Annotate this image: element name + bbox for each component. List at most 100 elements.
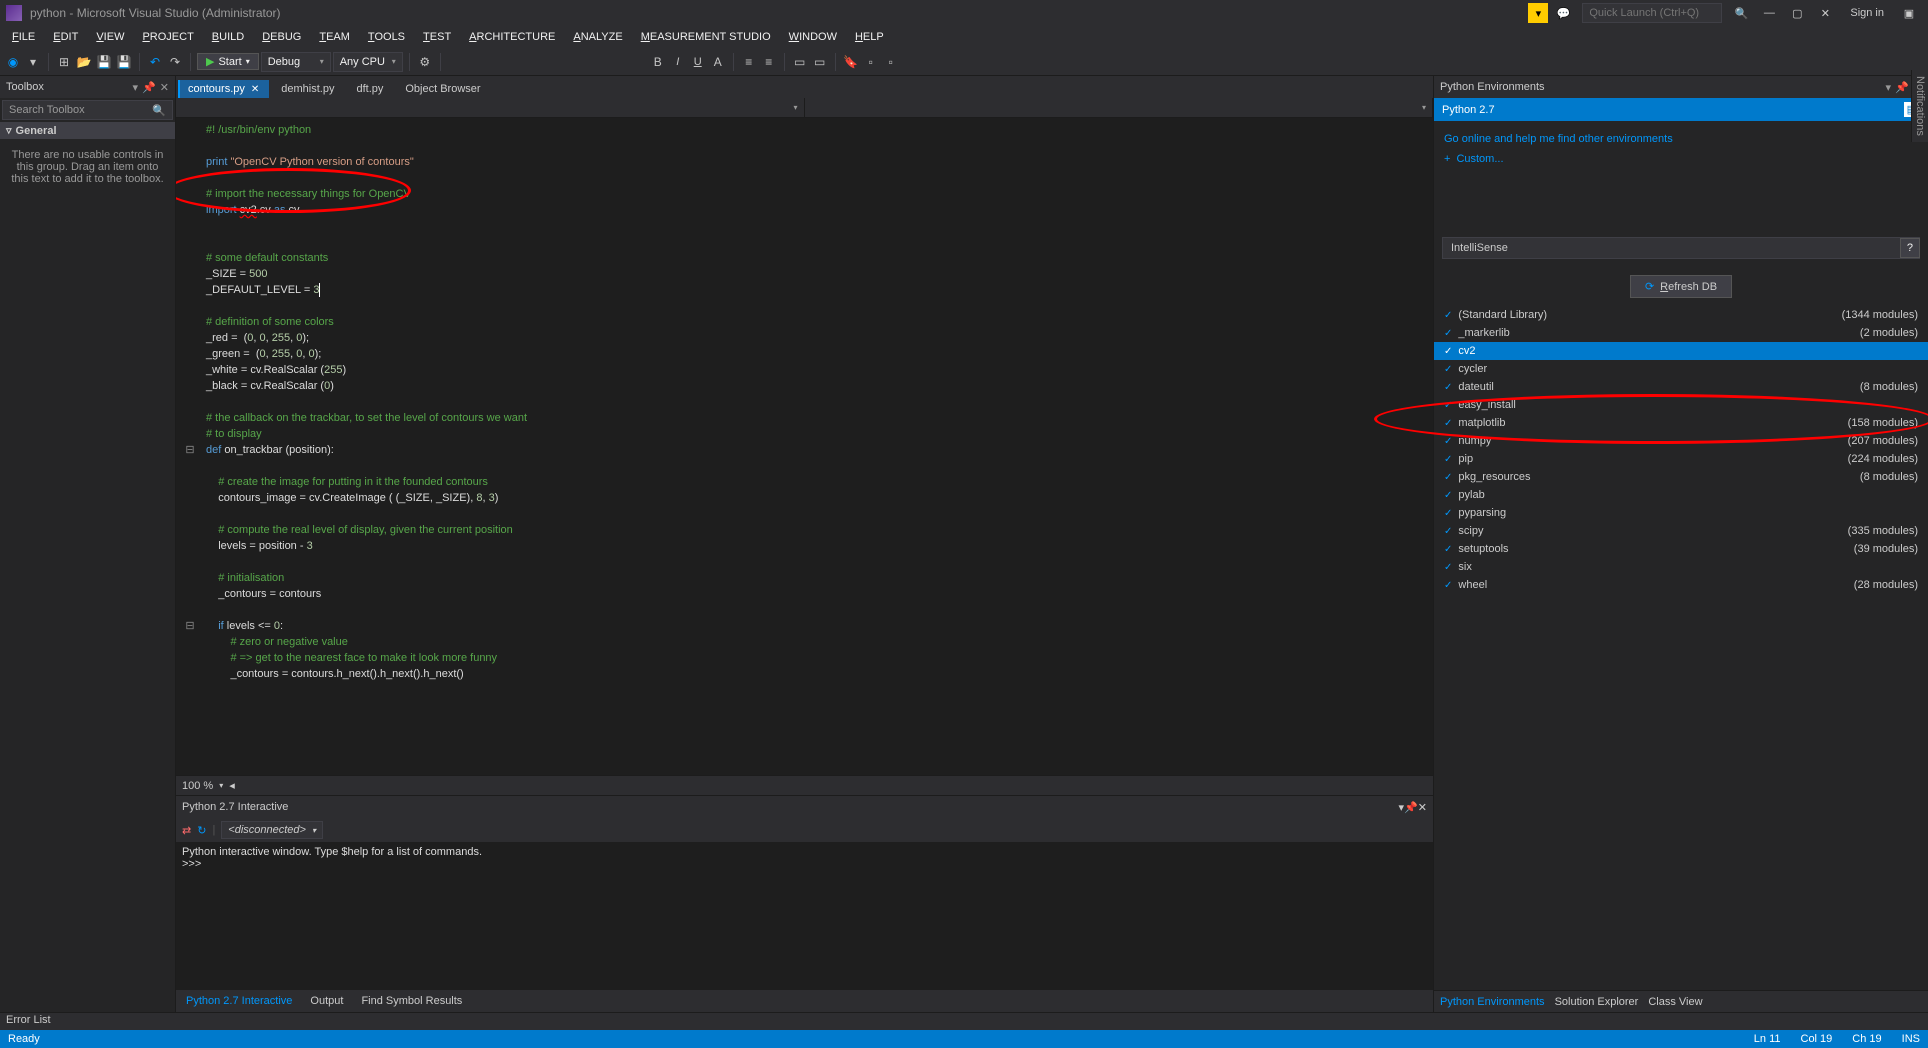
search-icon[interactable]: 🔍 <box>1728 3 1754 23</box>
scroll-left-icon[interactable]: ◂ <box>229 779 235 792</box>
notification-flag-icon[interactable]: ▾ <box>1528 3 1548 23</box>
toolbox-search[interactable]: Search Toolbox🔍 <box>2 100 173 120</box>
tab-contours-py[interactable]: contours.py✕ <box>178 80 269 98</box>
module-cycler[interactable]: ✓cycler <box>1434 360 1928 378</box>
tab-dft-py[interactable]: dft.py <box>346 80 393 98</box>
menu-measurement studio[interactable]: MEASUREMENT STUDIO <box>633 29 779 45</box>
module-pip[interactable]: ✓pip(224 modules) <box>1434 450 1928 468</box>
module-pylab[interactable]: ✓pylab <box>1434 486 1928 504</box>
feedback-icon[interactable]: 💬 <box>1550 3 1576 23</box>
sign-in-link[interactable]: Sign in <box>1850 7 1884 19</box>
process-icon[interactable]: ⚙ <box>416 53 434 71</box>
module-matplotlib[interactable]: ✓matplotlib(158 modules) <box>1434 414 1928 432</box>
module-six[interactable]: ✓six <box>1434 558 1928 576</box>
zoom-level[interactable]: 100 % <box>182 780 213 792</box>
underline-icon[interactable]: U <box>689 53 707 71</box>
help-button[interactable]: ? <box>1900 238 1920 258</box>
align-left-icon[interactable]: ≡ <box>740 53 758 71</box>
misc2-icon[interactable]: ▫ <box>882 53 900 71</box>
module-_markerlib[interactable]: ✓_markerlib(2 modules) <box>1434 324 1928 342</box>
close-icon[interactable]: ✕ <box>251 84 259 95</box>
bottom-tab-output[interactable]: Output <box>306 993 347 1009</box>
refresh-db-button[interactable]: ⟳Refresh DB <box>1630 275 1732 298</box>
menu-view[interactable]: VIEW <box>88 29 132 45</box>
menu-window[interactable]: WINDOW <box>781 29 845 45</box>
tab-object-browser[interactable]: Object Browser <box>395 80 490 98</box>
start-debug-button[interactable]: ▶Start▾ <box>197 53 259 70</box>
env-tab-python-environments[interactable]: Python Environments <box>1440 996 1545 1008</box>
close-icon[interactable]: ✕ <box>160 81 169 94</box>
menu-team[interactable]: TEAM <box>311 29 358 45</box>
active-env-header[interactable]: Python 2.7 ▤ <box>1434 98 1928 121</box>
comment-icon[interactable]: ▭ <box>791 53 809 71</box>
module--standard-library-[interactable]: ✓(Standard Library)(1344 modules) <box>1434 306 1928 324</box>
pin-icon[interactable]: 📌 <box>1404 802 1418 814</box>
module-scipy[interactable]: ✓scipy(335 modules) <box>1434 522 1928 540</box>
module-pyparsing[interactable]: ✓pyparsing <box>1434 504 1928 522</box>
maximize-button[interactable]: ▢ <box>1784 3 1810 23</box>
save-all-icon[interactable]: 💾 <box>115 53 133 71</box>
member-dropdown[interactable] <box>805 98 1434 117</box>
menu-edit[interactable]: EDIT <box>45 29 86 45</box>
menu-architecture[interactable]: ARCHITECTURE <box>461 29 563 45</box>
open-icon[interactable]: 📂 <box>75 53 93 71</box>
menu-debug[interactable]: DEBUG <box>254 29 309 45</box>
platform-combo[interactable]: Any CPU <box>333 52 403 72</box>
close-button[interactable]: ✕ <box>1812 3 1838 23</box>
module-dateutil[interactable]: ✓dateutil(8 modules) <box>1434 378 1928 396</box>
user-icon[interactable]: ▣ <box>1896 3 1922 23</box>
nav-back-icon[interactable]: ◉ <box>4 53 22 71</box>
misc-icon[interactable]: ▫ <box>862 53 880 71</box>
module-list: ✓(Standard Library)(1344 modules)✓_marke… <box>1434 306 1928 990</box>
code-editor[interactable]: #! /usr/bin/env python print "OpenCV Pyt… <box>176 118 1433 775</box>
module-easy_install[interactable]: ✓easy_install <box>1434 396 1928 414</box>
undo-icon[interactable]: ↶ <box>146 53 164 71</box>
module-setuptools[interactable]: ✓setuptools(39 modules) <box>1434 540 1928 558</box>
pin-icon[interactable]: 📌 <box>142 81 156 94</box>
scope-combo[interactable]: <disconnected> <box>221 821 323 839</box>
menu-file[interactable]: FILE <box>4 29 43 45</box>
quick-launch-input[interactable] <box>1582 3 1722 23</box>
menu-analyze[interactable]: ANALYZE <box>565 29 630 45</box>
bookmark-icon[interactable]: 🔖 <box>842 53 860 71</box>
find-env-link[interactable]: Go online and help me find other environ… <box>1444 129 1918 149</box>
toolbox-group-general[interactable]: ▿General <box>0 122 175 139</box>
redo-icon[interactable]: ↷ <box>166 53 184 71</box>
bottom-tab-find-symbol-results[interactable]: Find Symbol Results <box>357 993 466 1009</box>
pin-icon[interactable]: 📌 <box>1895 81 1909 94</box>
close-icon[interactable]: ✕ <box>1418 802 1427 814</box>
dropdown-icon[interactable]: ▾ <box>1886 81 1892 94</box>
menu-tools[interactable]: TOOLS <box>360 29 413 45</box>
save-icon[interactable]: 💾 <box>95 53 113 71</box>
error-list-tab[interactable]: Error List <box>0 1012 1928 1030</box>
menu-test[interactable]: TEST <box>415 29 459 45</box>
uncomment-icon[interactable]: ▭ <box>811 53 829 71</box>
module-pkg_resources[interactable]: ✓pkg_resources(8 modules) <box>1434 468 1928 486</box>
tab-demhist-py[interactable]: demhist.py <box>271 80 344 98</box>
module-cv2[interactable]: ✓cv2 <box>1434 342 1928 360</box>
menu-project[interactable]: PROJECT <box>134 29 201 45</box>
intellisense-select[interactable]: IntelliSense▾ <box>1442 237 1920 259</box>
module-wheel[interactable]: ✓wheel(28 modules) <box>1434 576 1928 594</box>
notifications-tab[interactable]: Notifications <box>1911 70 1928 142</box>
env-tab-class-view[interactable]: Class View <box>1648 996 1702 1008</box>
bold-icon[interactable]: B <box>649 53 667 71</box>
custom-env-link[interactable]: +Custom... <box>1444 149 1918 169</box>
align-center-icon[interactable]: ≡ <box>760 53 778 71</box>
module-numpy[interactable]: ✓numpy(207 modules) <box>1434 432 1928 450</box>
new-project-icon[interactable]: ⊞ <box>55 53 73 71</box>
clear-icon[interactable]: ↻ <box>197 824 206 837</box>
env-tab-solution-explorer[interactable]: Solution Explorer <box>1555 996 1639 1008</box>
scope-dropdown[interactable] <box>176 98 805 117</box>
bottom-tab-python-2-7-interactive[interactable]: Python 2.7 Interactive <box>182 993 296 1009</box>
minimize-button[interactable]: — <box>1756 3 1782 23</box>
menu-help[interactable]: HELP <box>847 29 892 45</box>
config-combo[interactable]: Debug <box>261 52 331 72</box>
nav-fwd-icon[interactable]: ▾ <box>24 53 42 71</box>
italic-icon[interactable]: I <box>669 53 687 71</box>
menu-build[interactable]: BUILD <box>204 29 252 45</box>
dropdown-icon[interactable]: ▾ <box>133 81 139 94</box>
font-color-icon[interactable]: A <box>709 53 727 71</box>
interactive-output[interactable]: Python interactive window. Type $help fo… <box>176 842 1433 990</box>
reset-icon[interactable]: ⇄ <box>182 824 191 837</box>
